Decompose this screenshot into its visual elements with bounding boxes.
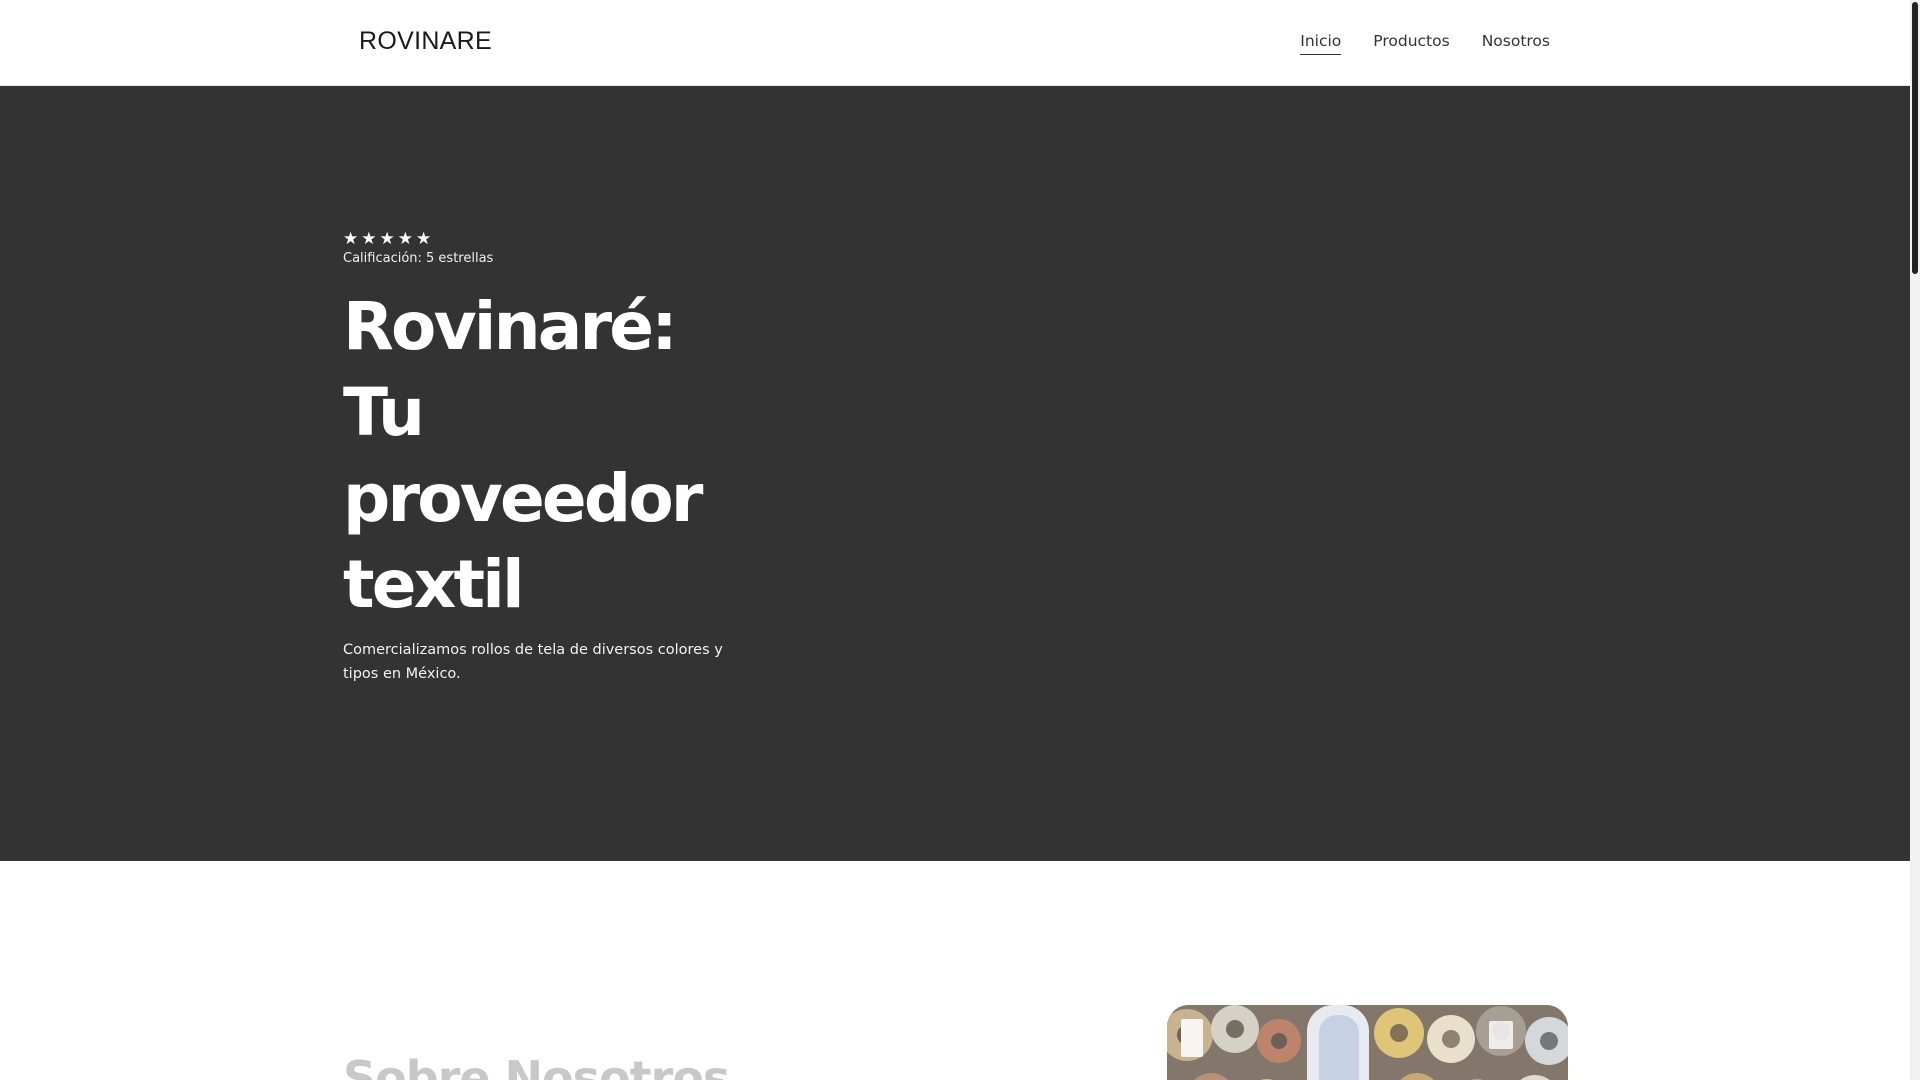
star-icon: ★ bbox=[379, 229, 395, 249]
about-title: Sobre Nosotros bbox=[343, 1051, 730, 1080]
hero-title-line: Rovinaré: Tu bbox=[343, 288, 678, 451]
star-icon: ★ bbox=[343, 229, 359, 249]
scrollbar-thumb[interactable] bbox=[1912, 2, 1918, 274]
nav-link-inicio[interactable]: Inicio bbox=[1300, 32, 1342, 55]
hero-title-line: proveedor bbox=[343, 460, 703, 537]
rating-label: Calificación: 5 estrellas bbox=[343, 251, 494, 266]
star-icon: ★ bbox=[397, 229, 413, 249]
vertical-scrollbar[interactable] bbox=[1910, 0, 1920, 1080]
hero-title-line: textil bbox=[343, 546, 525, 623]
star-icon: ★ bbox=[416, 229, 432, 249]
fabric-rolls-illustration bbox=[1167, 1005, 1568, 1080]
star-icon: ★ bbox=[361, 229, 377, 249]
hero-description: Comercializamos rollos de tela de divers… bbox=[343, 642, 723, 682]
hero-section: ★ ★ ★ ★ ★ Calificación: 5 estrellas Rovi… bbox=[0, 86, 1910, 861]
nav-link-productos[interactable]: Productos bbox=[1373, 32, 1449, 55]
main-nav: Inicio Productos Nosotros bbox=[1300, 32, 1550, 55]
hero-content: ★ ★ ★ ★ ★ Calificación: 5 estrellas Rovi… bbox=[343, 229, 763, 701]
brand-logo[interactable]: ROVINARE bbox=[359, 27, 492, 56]
hero-title: Rovinaré: Tu proveedor textil bbox=[343, 284, 763, 628]
fabric-rolls-image bbox=[1167, 1005, 1568, 1080]
nav-link-nosotros[interactable]: Nosotros bbox=[1482, 32, 1550, 55]
star-rating: ★ ★ ★ ★ ★ bbox=[343, 229, 763, 249]
about-section: Sobre Nosotros bbox=[0, 861, 1910, 1080]
site-header: ROVINARE Inicio Productos Nosotros bbox=[0, 0, 1910, 86]
page: ROVINARE Inicio Productos Nosotros ★ ★ ★… bbox=[0, 0, 1920, 1080]
